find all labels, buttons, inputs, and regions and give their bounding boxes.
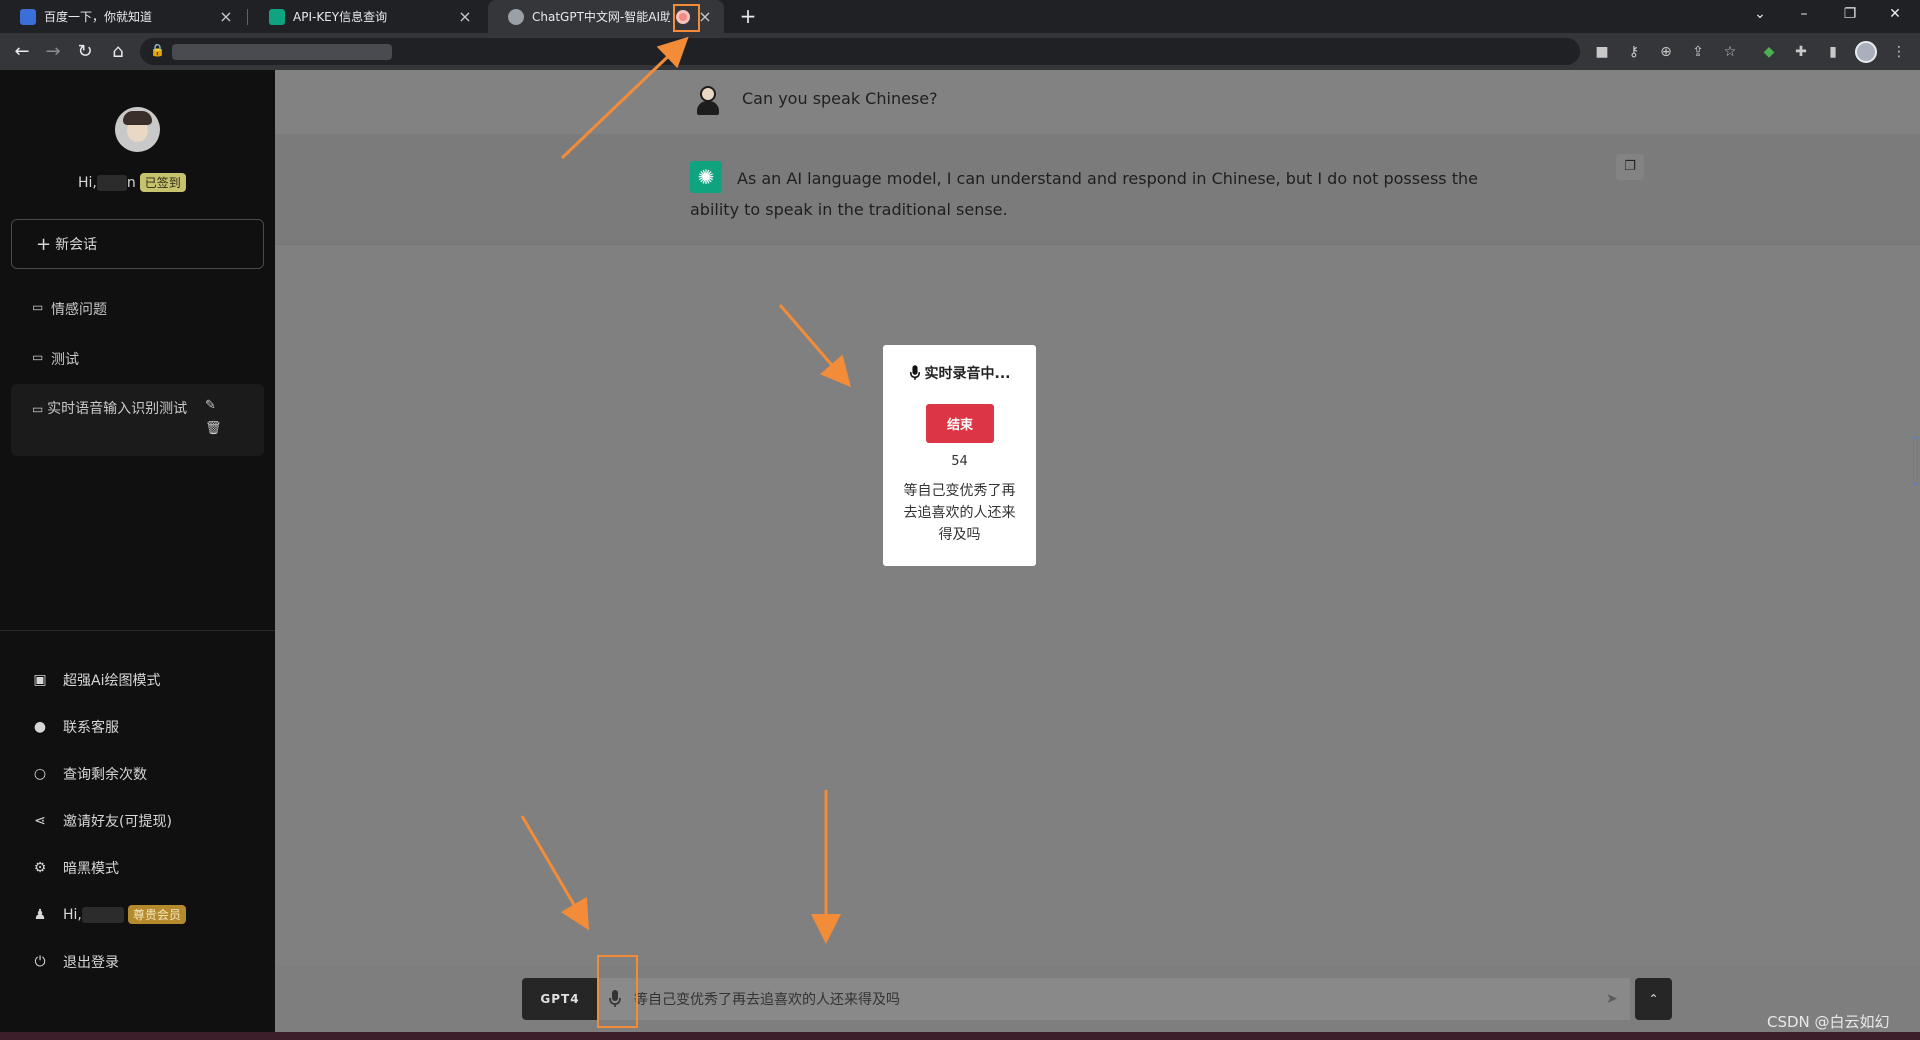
annotation-arrow	[520, 815, 590, 931]
taskbar-strip	[0, 1032, 1920, 1040]
screenshot: 百度一下，你就知道 × API-KEY信息查询 × ChatGPT中文网-智能A…	[0, 0, 1920, 1040]
annotation-arrows	[520, 36, 851, 944]
watermark: CSDN @白云如幻	[1767, 1013, 1890, 1031]
annotation-arrow	[778, 304, 851, 388]
annotation-arrow	[560, 36, 689, 160]
